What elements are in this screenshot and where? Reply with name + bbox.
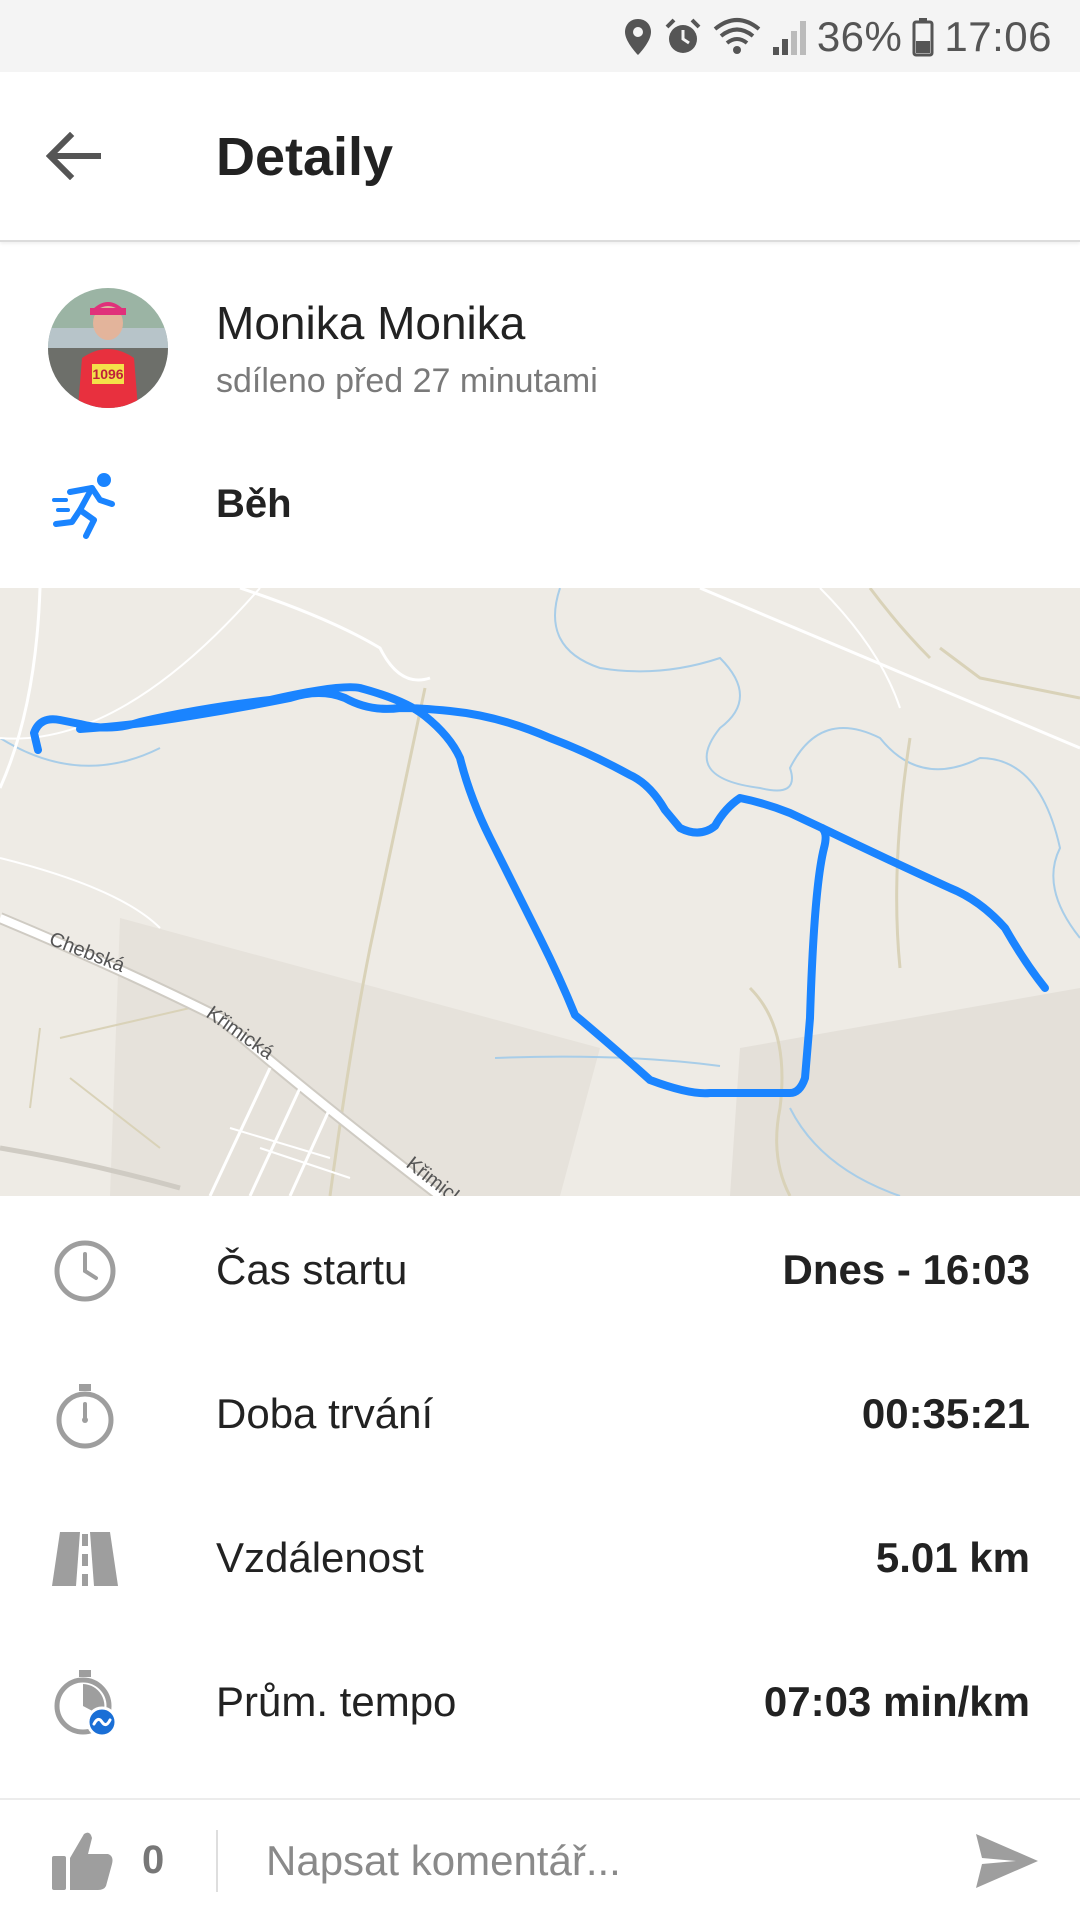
clock-icon [54, 1240, 116, 1302]
stopwatch-icon [56, 1384, 114, 1449]
route-map[interactable]: Chebská Křimická Křimick [0, 588, 1080, 1196]
avatar[interactable]: 1096 [48, 288, 168, 408]
status-bar: 36% 17:06 [0, 0, 1080, 72]
send-icon[interactable] [972, 1828, 1042, 1894]
pace-icon [54, 1670, 118, 1738]
back-button[interactable] [34, 116, 114, 196]
stat-label: Doba trvání [216, 1390, 434, 1437]
battery-icon [912, 18, 934, 57]
avatar-photo: 1096 [48, 288, 168, 408]
arrow-left-icon [46, 132, 101, 180]
bib-number: 1096 [92, 366, 123, 382]
clock-time: 17:06 [944, 13, 1052, 60]
status-bar-right: 36% 17:06 [623, 12, 1052, 62]
activity-type: Běh [216, 482, 292, 526]
page-title: Detaily [216, 127, 394, 187]
running-icon [52, 473, 115, 539]
stat-row-duration: Doba trvání 00:35:21 [0, 1340, 1080, 1484]
stat-value: 5.01 km [875, 1534, 1030, 1581]
stat-value: 00:35:21 [861, 1390, 1030, 1437]
wifi-icon [713, 18, 761, 54]
comment-input[interactable] [248, 1824, 984, 1898]
stat-row-distance: Vzdálenost 5.01 km [0, 1484, 1080, 1628]
stat-value: 07:03 min/km [763, 1678, 1030, 1725]
app-bar: Detaily [0, 72, 1080, 242]
like-count: 0 [142, 1838, 165, 1882]
alarm-icon [665, 18, 701, 53]
divider [216, 1830, 218, 1892]
battery-percent: 36% [816, 13, 903, 60]
stat-row-start-time: Čas startu Dnes - 16:03 [0, 1196, 1080, 1340]
bottom-bar: 0 [0, 1798, 1080, 1922]
user-name[interactable]: Monika Monika [216, 296, 525, 350]
stat-label: Vzdálenost [216, 1534, 424, 1581]
thumbs-up-icon[interactable] [50, 1828, 116, 1894]
shared-time: sdíleno před 27 minutami [216, 362, 598, 400]
signal-icon [772, 21, 806, 55]
map-canvas: Chebská Křimická Křimick [0, 588, 1080, 1196]
stat-value: Dnes - 16:03 [782, 1246, 1030, 1293]
stat-label: Prům. tempo [216, 1678, 457, 1725]
stat-row-pace: Prům. tempo 07:03 min/km [0, 1628, 1080, 1772]
stat-label: Čas startu [216, 1246, 408, 1293]
location-icon [624, 19, 651, 55]
road-icon [52, 1532, 118, 1586]
